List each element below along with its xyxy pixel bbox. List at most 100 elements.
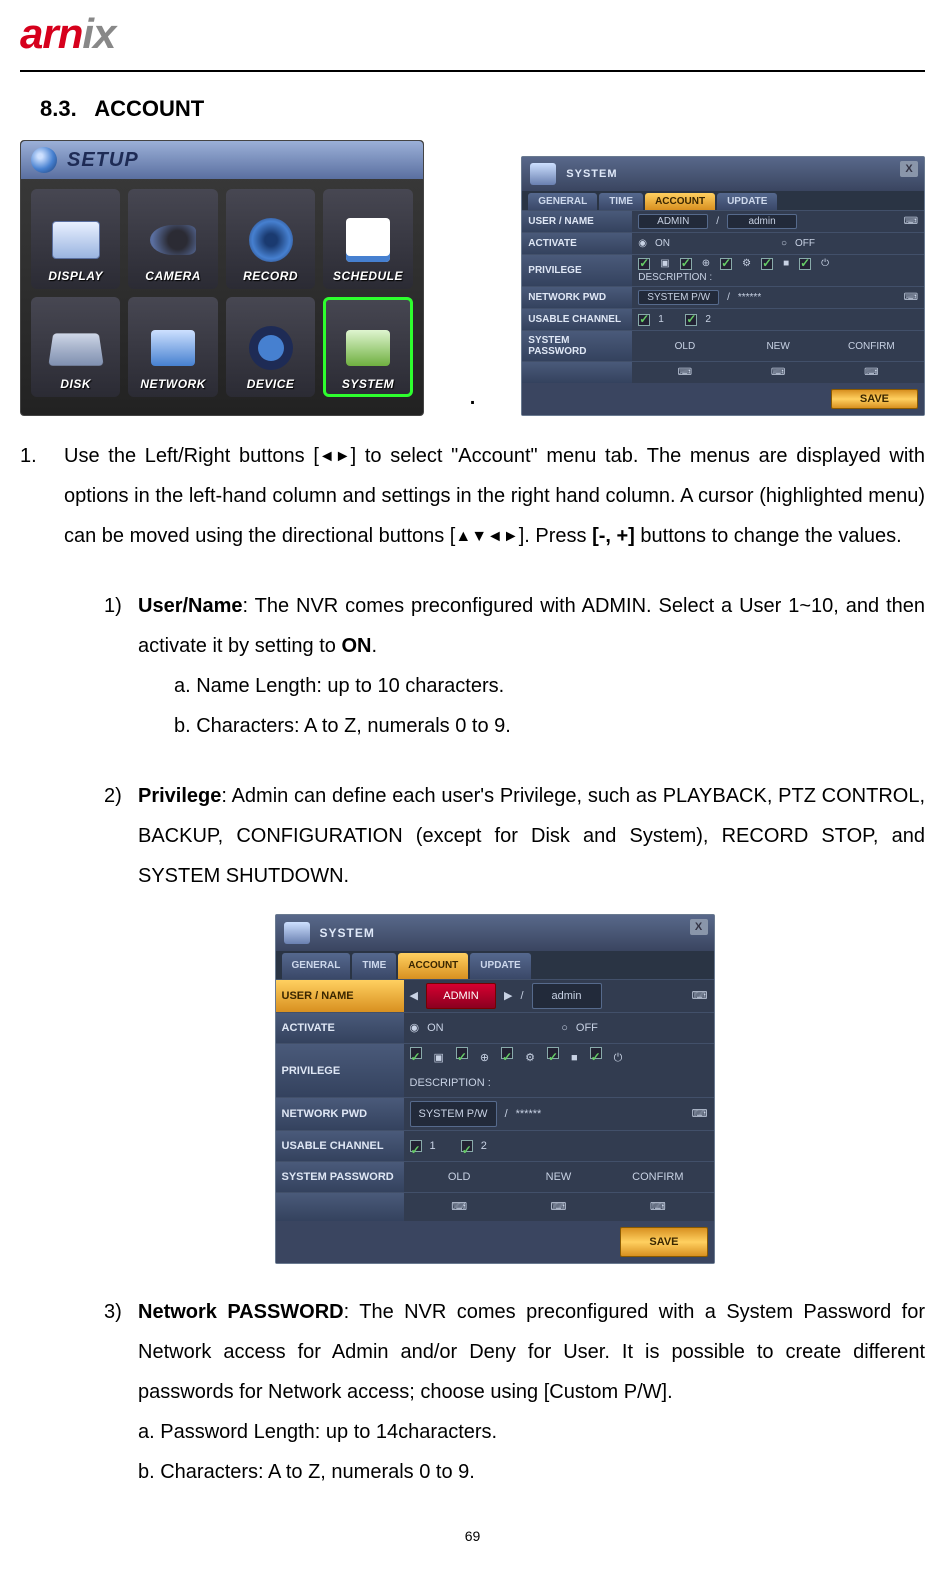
col-old: OLD [638, 341, 731, 352]
tab-general[interactable]: GENERAL [282, 953, 351, 979]
save-button[interactable]: SAVE [831, 389, 918, 409]
sub3-b: b. Characters: A to Z, numerals 0 to 9. [138, 1452, 925, 1492]
sub1-a: a. Name Length: up to 10 characters. [174, 666, 925, 706]
priv-chk-1[interactable] [638, 258, 650, 270]
network-pwd-value: ****** [738, 292, 761, 303]
label-activate: ACTIVATE [276, 1013, 404, 1043]
radio-on[interactable]: ◉ [410, 1017, 420, 1039]
system-window-icon [284, 922, 310, 944]
keypad-icon[interactable]: ⌨ [692, 1103, 708, 1125]
priv-chk-3[interactable] [720, 258, 732, 270]
tab-update[interactable]: UPDATE [717, 193, 777, 210]
tab-time[interactable]: TIME [352, 953, 396, 979]
priv-chk-5[interactable] [590, 1047, 602, 1059]
user-select[interactable]: ADMIN [638, 214, 708, 229]
priv-ico-3: ⚙ [742, 258, 751, 270]
priv-chk-1[interactable] [410, 1047, 422, 1059]
ch-chk-1[interactable] [410, 1140, 422, 1152]
label-usable-channel: USABLE CHANNEL [522, 309, 632, 330]
page-number: 69 [20, 1528, 925, 1544]
priv-ico-2: ⊕ [480, 1047, 489, 1069]
device-icon [241, 323, 301, 373]
disk-icon [46, 323, 106, 373]
keypad-icon[interactable]: ⌨ [904, 216, 918, 227]
col-confirm: CONFIRM [608, 1166, 707, 1188]
priv-ico-1: ▣ [434, 1047, 444, 1069]
setup-item-network[interactable]: NETWORK [128, 297, 217, 397]
setup-item-system[interactable]: SYSTEM [323, 297, 412, 397]
user-select[interactable]: ADMIN [426, 983, 496, 1009]
label-user-name: USER / NAME [276, 980, 404, 1012]
pwd-confirm-field[interactable]: ⌨ [608, 1196, 707, 1218]
pwd-confirm-field[interactable]: ⌨ [825, 367, 918, 378]
radio-on[interactable]: ◉ [638, 238, 647, 249]
sub-number-2: 2) [104, 776, 138, 896]
setup-item-display[interactable]: DISPLAY [31, 189, 120, 289]
priv-chk-2[interactable] [680, 258, 692, 270]
figure-system-b: X SYSTEM GENERAL TIME ACCOUNT UPDATE USE… [64, 914, 925, 1264]
sub-number-3: 3) [104, 1292, 138, 1492]
section-title: 8.3. ACCOUNT [40, 96, 925, 122]
setup-orb-icon [31, 147, 57, 173]
col-confirm: CONFIRM [825, 341, 918, 352]
col-new: NEW [509, 1166, 608, 1188]
tab-general[interactable]: GENERAL [528, 193, 597, 210]
ch-chk-2[interactable] [461, 1140, 473, 1152]
tab-account[interactable]: ACCOUNT [645, 193, 715, 210]
setup-item-camera[interactable]: CAMERA [128, 189, 217, 289]
keypad-icon[interactable]: ⌨ [904, 292, 918, 303]
priv-chk-3[interactable] [501, 1047, 513, 1059]
setup-item-disk[interactable]: DISK [31, 297, 120, 397]
close-button[interactable]: X [690, 919, 708, 935]
network-pwd-mode[interactable]: SYSTEM P/W [638, 290, 719, 305]
priv-chk-5[interactable] [799, 258, 811, 270]
spin-left-icon[interactable]: ◀ [410, 985, 418, 1007]
label-system-password: SYSTEM PASSWORD [276, 1162, 404, 1192]
priv-ico-3: ⚙ [525, 1047, 535, 1069]
setup-item-schedule[interactable]: SCHEDULE [323, 189, 412, 289]
ch-num-1: 1 [430, 1135, 436, 1157]
label-system-password: SYSTEM PASSWORD [522, 331, 632, 361]
tab-time[interactable]: TIME [599, 193, 643, 210]
label-activate: ACTIVATE [522, 233, 632, 254]
close-button[interactable]: X [900, 161, 918, 177]
sub3-body: Network PASSWORD: The NVR comes preconfi… [138, 1292, 925, 1412]
tab-update[interactable]: UPDATE [470, 953, 530, 979]
label-privilege: PRIVILEGE [276, 1044, 404, 1097]
camera-icon [143, 215, 203, 265]
user-name-field[interactable]: admin [727, 214, 797, 229]
radio-off[interactable]: ○ [781, 238, 787, 249]
priv-chk-4[interactable] [547, 1047, 559, 1059]
keypad-icon[interactable]: ⌨ [692, 985, 708, 1007]
setup-item-record[interactable]: RECORD [226, 189, 315, 289]
col-new: NEW [732, 341, 825, 352]
privilege-description: DESCRIPTION : [638, 272, 712, 283]
priv-chk-2[interactable] [456, 1047, 468, 1059]
ch-num-1: 1 [658, 314, 664, 325]
section-name: ACCOUNT [94, 96, 204, 121]
setup-header: SETUP [21, 141, 423, 179]
priv-ico-4: ■ [571, 1047, 578, 1069]
figure-separator: . [464, 387, 482, 416]
record-icon [241, 215, 301, 265]
pwd-old-field[interactable]: ⌨ [638, 367, 731, 378]
ch-num-2: 2 [481, 1135, 487, 1157]
user-name-field[interactable]: admin [532, 983, 602, 1009]
priv-ico-5: ⏻ [614, 1047, 623, 1069]
pwd-old-field[interactable]: ⌨ [410, 1196, 509, 1218]
paragraph-1: Use the Left/Right buttons [◄►] to selec… [64, 436, 925, 556]
ch-chk-1[interactable] [638, 314, 650, 326]
setup-item-device[interactable]: DEVICE [226, 297, 315, 397]
ch-chk-2[interactable] [685, 314, 697, 326]
priv-chk-4[interactable] [761, 258, 773, 270]
spin-right-icon[interactable]: ▶ [504, 985, 512, 1007]
pwd-new-field[interactable]: ⌨ [509, 1196, 608, 1218]
tab-account[interactable]: ACCOUNT [398, 953, 468, 979]
pwd-new-field[interactable]: ⌨ [732, 367, 825, 378]
system-window-icon [530, 163, 556, 185]
save-button[interactable]: SAVE [620, 1227, 707, 1257]
system-window-a: X SYSTEM GENERAL TIME ACCOUNT UPDATE USE… [521, 156, 925, 416]
system-window-title: SYSTEM [320, 921, 375, 945]
network-pwd-mode[interactable]: SYSTEM P/W [410, 1101, 497, 1127]
radio-off[interactable]: ○ [561, 1017, 568, 1039]
